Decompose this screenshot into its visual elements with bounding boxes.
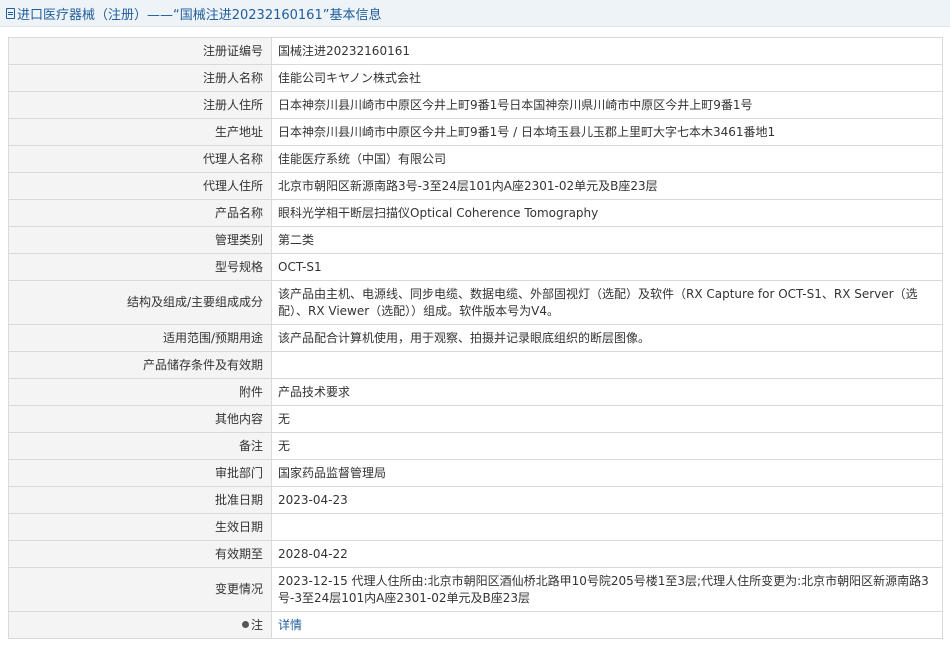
page-title: 进口医疗器械（注册）——“国械注进20232160161”基本信息 [17, 7, 382, 23]
table-row: 产品名称 眼科光学相干断层扫描仪Optical Coherence Tomogra… [8, 199, 943, 227]
field-label: 生效日期 [8, 513, 272, 541]
field-value [271, 351, 943, 379]
field-label: 代理人名称 [8, 145, 272, 173]
page-title-bar: 进口医疗器械（注册）——“国械注进20232160161”基本信息 [0, 0, 950, 27]
field-label: 注册证编号 [8, 37, 272, 65]
field-value: 2023-12-15 代理人住所由:北京市朝阳区酒仙桥北路甲10号院205号楼1… [271, 567, 943, 612]
field-label: 产品名称 [8, 199, 272, 227]
details-link[interactable]: 详情 [278, 618, 302, 632]
field-value: 佳能公司キヤノン株式会社 [271, 64, 943, 92]
field-label: 管理类别 [8, 226, 272, 254]
table-row: 注册人住所 日本神奈川县川崎市中原区今井上町9番1号日本国神奈川県川崎市中原区今井… [8, 91, 943, 119]
table-row: 管理类别 第二类 [8, 226, 943, 254]
field-label: 附件 [8, 378, 272, 406]
field-value: OCT-S1 [271, 253, 943, 281]
field-value: 北京市朝阳区新源南路3号-3至24层101内A座2301-02单元及B座23层 [271, 172, 943, 200]
table-row: 附件 产品技术要求 [8, 378, 943, 406]
note-value-cell: 详情 [271, 611, 943, 639]
table-row: 适用范围/预期用途 该产品配合计算机使用，用于观察、拍摄并记录眼底组织的断层图像。 [8, 324, 943, 352]
field-label: 生产地址 [8, 118, 272, 146]
field-value: 产品技术要求 [271, 378, 943, 406]
table-row: 变更情况 2023-12-15 代理人住所由:北京市朝阳区酒仙桥北路甲10号院20… [8, 567, 943, 612]
table-row: 有效期至 2028-04-22 [8, 540, 943, 568]
field-value: 该产品配合计算机使用，用于观察、拍摄并记录眼底组织的断层图像。 [271, 324, 943, 352]
field-value: 国家药品监督管理局 [271, 459, 943, 487]
table-row: 代理人住所 北京市朝阳区新源南路3号-3至24层101内A座2301-02单元及B… [8, 172, 943, 200]
field-value: 日本神奈川县川崎市中原区今井上町9番1号 / 日本埼玉县儿玉郡上里町大字七本木3… [271, 118, 943, 146]
table-row: 备注无 [8, 432, 943, 460]
table-row: 其他内容无 [8, 405, 943, 433]
table-row: 注册证编号 国械注进20232160161 [8, 37, 943, 65]
device-info-table: 注册证编号 国械注进20232160161 注册人名称 佳能公司キヤノン株式会社 注册人… [8, 37, 943, 639]
field-label: 变更情况 [8, 567, 272, 612]
field-value [271, 513, 943, 541]
table-row: 审批部门 国家药品监督管理局 [8, 459, 943, 487]
field-value: 眼科光学相干断层扫描仪Optical Coherence Tomography [271, 199, 943, 227]
field-value: 该产品由主机、电源线、同步电缆、数据电缆、外部固视灯（选配）及软件（RX Cap… [271, 280, 943, 325]
field-label: 批准日期 [8, 486, 272, 514]
field-label: 适用范围/预期用途 [8, 324, 272, 352]
field-value: 国械注进20232160161 [271, 37, 943, 65]
info-table-wrapper: 注册证编号 国械注进20232160161 注册人名称 佳能公司キヤノン株式会社 注册人… [8, 37, 943, 639]
field-value: 第二类 [271, 226, 943, 254]
field-value: 2028-04-22 [271, 540, 943, 568]
table-row: 产品储存条件及有效期 [8, 351, 943, 379]
pin-icon [241, 620, 249, 628]
field-value: 无 [271, 432, 943, 460]
field-label: 注册人名称 [8, 64, 272, 92]
field-value: 2023-04-23 [271, 486, 943, 514]
field-label: 其他内容 [8, 405, 272, 433]
table-row: 结构及组成/主要组成成分 该产品由主机、电源线、同步电缆、数据电缆、外部固视灯（选… [8, 280, 943, 325]
table-row: 注册人名称 佳能公司キヤノン株式会社 [8, 64, 943, 92]
note-label-cell: 注 [8, 611, 272, 639]
field-label: 审批部门 [8, 459, 272, 487]
field-label: 结构及组成/主要组成成分 [8, 280, 272, 325]
note-row: 注 详情 [8, 611, 943, 639]
device-info-body: 注册证编号 国械注进20232160161 注册人名称 佳能公司キヤノン株式会社 注册人… [8, 37, 943, 639]
table-row: 型号规格 OCT-S1 [8, 253, 943, 281]
field-value: 日本神奈川县川崎市中原区今井上町9番1号日本国神奈川県川崎市中原区今井上町9番1… [271, 91, 943, 119]
table-row: 生效日期 [8, 513, 943, 541]
field-value: 无 [271, 405, 943, 433]
field-label: 产品储存条件及有效期 [8, 351, 272, 379]
table-row: 代理人名称 佳能医疗系统（中国）有限公司 [8, 145, 943, 173]
field-label: 注册人住所 [8, 91, 272, 119]
field-label: 型号规格 [8, 253, 272, 281]
note-label: 注 [250, 617, 263, 632]
field-label: 有效期至 [8, 540, 272, 568]
field-value: 佳能医疗系统（中国）有限公司 [271, 145, 943, 173]
table-row: 生产地址 日本神奈川县川崎市中原区今井上町9番1号 / 日本埼玉县儿玉郡上里町大字… [8, 118, 943, 146]
table-row: 批准日期 2023-04-23 [8, 486, 943, 514]
field-label: 代理人住所 [8, 172, 272, 200]
field-label: 备注 [8, 432, 272, 460]
document-icon [6, 7, 15, 19]
